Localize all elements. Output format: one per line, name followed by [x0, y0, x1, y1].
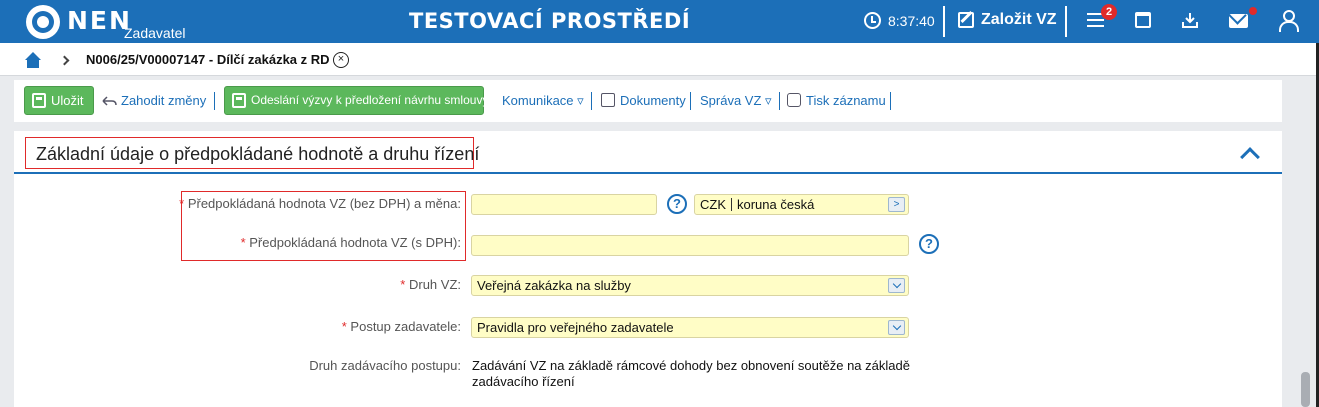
chevron-right-icon [59, 55, 70, 66]
logo-subtitle: Zadavatel [124, 25, 186, 41]
clipboard-icon [232, 93, 246, 108]
environment-title: TESTOVACÍ PROSTŘEDÍ [409, 9, 691, 33]
breadcrumb: N006/25/V00007147 - Dílčí zakázka z RD × [0, 43, 1319, 76]
discard-changes-link[interactable]: Zahodit změny [121, 93, 206, 108]
document-icon [601, 93, 615, 107]
currency-code: CZK [700, 197, 726, 212]
chevron-right-icon[interactable]: > [888, 197, 905, 212]
create-tender-button[interactable]: Založit VZ [981, 11, 1057, 29]
toolbar-divider [214, 92, 215, 110]
header-divider [1065, 6, 1067, 37]
header-divider [943, 6, 945, 37]
chevron-up-icon[interactable] [1240, 147, 1260, 167]
value-with-vat-label: * Předpokládaná hodnota VZ (s DPH): [240, 235, 461, 250]
printer-icon [787, 93, 801, 107]
procedure-kind-value: Zadávání VZ na základě rámcové dohody be… [472, 358, 910, 389]
print-record-link[interactable]: Tisk záznamu [806, 93, 886, 108]
nen-logo-icon[interactable] [26, 5, 60, 39]
logo-text[interactable]: NEN [67, 6, 132, 35]
home-icon[interactable] [24, 52, 42, 69]
documents-link[interactable]: Dokumenty [620, 93, 686, 108]
send-invitation-label: Odeslání výzvy k předložení návrhu smlou… [251, 93, 489, 107]
clock-icon [864, 12, 881, 29]
save-button-label: Uložit [51, 93, 84, 108]
section-title: Základní údaje o předpokládané hodnotě a… [25, 137, 479, 169]
download-icon[interactable] [1181, 11, 1199, 29]
communication-menu[interactable]: Komunikace ▿ [502, 93, 584, 109]
currency-name: koruna česká [737, 197, 815, 212]
help-icon[interactable]: ? [667, 194, 687, 214]
chevron-down-icon[interactable] [888, 278, 905, 293]
edit-icon[interactable] [958, 12, 974, 28]
mail-notification-dot [1249, 7, 1257, 15]
floppy-disk-icon [32, 93, 46, 108]
toolbar-divider [591, 92, 592, 110]
toolbar-divider [690, 92, 691, 110]
close-tab-icon[interactable]: × [333, 52, 349, 68]
mail-icon[interactable] [1229, 14, 1248, 28]
calendar-icon[interactable] [1135, 12, 1151, 28]
value-with-vat-input[interactable] [471, 235, 909, 256]
estimated-value-section: Základní údaje o předpokládané hodnotě a… [14, 131, 1282, 407]
tender-admin-menu[interactable]: Správa VZ ▿ [700, 93, 772, 109]
tender-kind-select[interactable]: Veřejná zakázka na služby [471, 275, 909, 296]
toolbar-divider [779, 92, 780, 110]
action-toolbar: Uložit Zahodit změny Odeslání výzvy k př… [14, 80, 1282, 122]
top-header: NEN Zadavatel TESTOVACÍ PROSTŘEDÍ 8:37:4… [0, 0, 1319, 43]
send-invitation-button[interactable]: Odeslání výzvy k předložení návrhu smlou… [224, 86, 488, 115]
undo-icon [102, 96, 117, 106]
value-no-vat-label: * Předpokládaná hodnota VZ (bez DPH) a m… [179, 196, 461, 211]
scrollbar-thumb[interactable] [1301, 372, 1310, 407]
help-icon[interactable]: ? [919, 234, 939, 254]
procedure-label: * Postup zadavatele: [341, 319, 461, 334]
tender-kind-label: * Druh VZ: [400, 277, 461, 292]
section-header[interactable]: Základní údaje o předpokládané hodnotě a… [14, 131, 1282, 174]
toolbar-divider [890, 92, 891, 110]
notification-badge: 2 [1101, 4, 1117, 20]
currency-select[interactable]: CZK koruna česká > [694, 194, 909, 215]
procedure-kind-label: Druh zadávacího postupu: [309, 358, 461, 373]
breadcrumb-current[interactable]: N006/25/V00007147 - Dílčí zakázka z RD [86, 52, 330, 67]
value-no-vat-input[interactable] [471, 194, 657, 215]
save-button[interactable]: Uložit [24, 86, 94, 115]
chevron-down-icon[interactable] [888, 320, 905, 335]
procedure-select[interactable]: Pravidla pro veřejného zadavatele [471, 317, 909, 338]
user-icon[interactable] [1278, 10, 1299, 32]
session-clock: 8:37:40 [888, 13, 935, 29]
